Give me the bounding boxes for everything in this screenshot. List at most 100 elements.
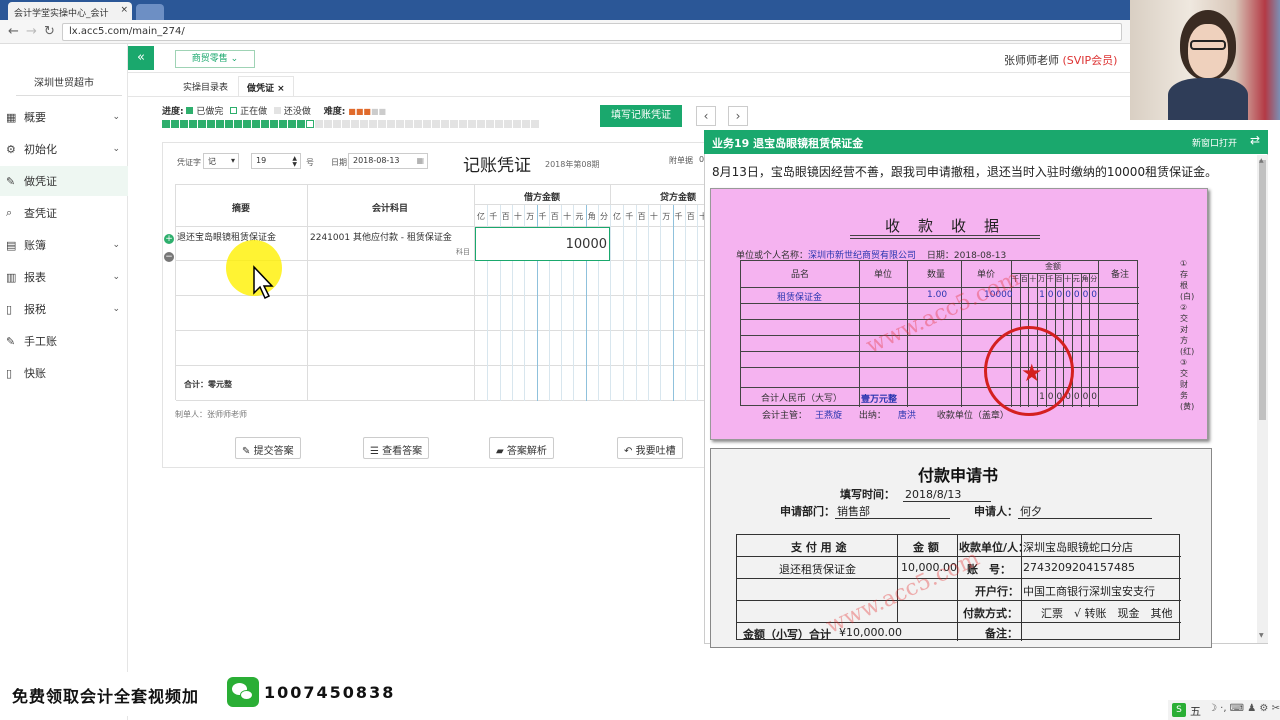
progress-cell[interactable]	[279, 120, 287, 128]
forward-icon[interactable]: →	[26, 24, 37, 39]
sidebar-item[interactable]: ✎ 手工账	[0, 326, 128, 356]
progress-cell[interactable]	[486, 120, 494, 128]
progress-cell[interactable]	[261, 120, 269, 128]
progress-cell[interactable]	[351, 120, 359, 128]
amount-digit: 1	[1039, 290, 1045, 300]
grid-line	[741, 287, 1139, 288]
progress-cell[interactable]	[369, 120, 377, 128]
progress-cell[interactable]	[423, 120, 431, 128]
progress-cell[interactable]	[468, 120, 476, 128]
difficulty-star-icon: ■	[370, 107, 379, 116]
ime-mode[interactable]: 五	[1190, 703, 1201, 719]
reload-icon[interactable]: ↻	[44, 24, 55, 39]
word-select[interactable]: 记 ▾	[203, 153, 239, 169]
sidebar-item[interactable]: ▤ 账簿 ⌄	[0, 230, 128, 260]
ime-icon[interactable]: S	[1172, 703, 1186, 717]
progress-cell[interactable]	[342, 120, 350, 128]
voucher-number-input[interactable]: 19 ▲ ▼	[251, 153, 301, 169]
progress-cell[interactable]	[252, 120, 260, 128]
total-words: 壹万元整	[861, 395, 898, 405]
progress-cell[interactable]	[180, 120, 188, 128]
progress-cell[interactable]	[306, 120, 314, 128]
progress-cell[interactable]	[171, 120, 179, 128]
swap-icon[interactable]: ⇄	[1250, 133, 1260, 147]
url-input[interactable]: lx.acc5.com/main_274/	[62, 23, 1122, 41]
scroll-up-icon[interactable]: ▲	[1259, 157, 1264, 164]
progress-cell[interactable]	[360, 120, 368, 128]
sidebar-item[interactable]: ✎ 做凭证	[0, 166, 128, 196]
sidebar-item-label: 做凭证	[24, 175, 57, 188]
calendar-icon[interactable]: ▦	[416, 156, 424, 165]
progress-cell[interactable]	[387, 120, 395, 128]
progress-cell[interactable]	[189, 120, 197, 128]
prev-button[interactable]: ‹	[696, 106, 716, 126]
next-button[interactable]: ›	[728, 106, 748, 126]
sidebar-item[interactable]: ⌕ 查凭证	[0, 198, 128, 228]
row-account[interactable]: 2241001 其他应付款 - 租赁保证金	[310, 230, 452, 243]
progress-cell[interactable]	[504, 120, 512, 128]
progress-cell[interactable]	[216, 120, 224, 128]
add-row-icon[interactable]: +	[164, 234, 174, 244]
user-name[interactable]: 张师师老师 (SVIP会员)	[1004, 52, 1117, 68]
scroll-down-icon[interactable]: ▼	[1259, 632, 1264, 639]
sidebar-item[interactable]: ▯ 快账	[0, 358, 128, 388]
voucher-title: 记账凭证	[463, 156, 531, 176]
fill-voucher-button[interactable]: 填写记账凭证	[600, 105, 682, 127]
presenter-body	[1168, 78, 1248, 120]
fill-time-value: 2018/8/13	[903, 488, 992, 502]
sidebar-item[interactable]: ▥ 报表 ⌄	[0, 262, 128, 292]
progress-cell[interactable]	[324, 120, 332, 128]
progress-cell[interactable]	[288, 120, 296, 128]
date-value: 2018-08-13	[353, 156, 400, 165]
new-tab-button[interactable]	[136, 4, 164, 20]
progress-cell[interactable]	[243, 120, 251, 128]
progress-cell[interactable]	[477, 120, 485, 128]
progress-cell[interactable]	[225, 120, 233, 128]
progress-cell[interactable]	[495, 120, 503, 128]
progress-cell[interactable]	[162, 120, 170, 128]
sidebar-item[interactable]: ⚙ 初始化 ⌄	[0, 134, 128, 164]
progress-cell[interactable]	[234, 120, 242, 128]
stepper-icon[interactable]: ▲ ▼	[292, 156, 297, 168]
tab-practice-catalog[interactable]: 实操目录表	[175, 77, 236, 95]
progress-cell[interactable]	[207, 120, 215, 128]
progress-cell[interactable]	[531, 120, 539, 128]
complain-button[interactable]: ↶ 我要吐槽	[617, 437, 683, 459]
digit-label: 千	[1046, 275, 1054, 283]
tray-icons[interactable]: ☽ ·, ⌨ ♟ ⚙ ✂	[1208, 703, 1280, 714]
sidebar-item[interactable]: ▦ 概要 ⌄	[0, 102, 128, 132]
progress-cell[interactable]	[459, 120, 467, 128]
answer-analysis-button[interactable]: ▰ 答案解析	[489, 437, 554, 459]
browser-tab[interactable]: 会计学堂实操中心_会计 ×	[8, 2, 132, 20]
progress-cell[interactable]	[297, 120, 305, 128]
progress-cell[interactable]	[450, 120, 458, 128]
progress-cell[interactable]	[378, 120, 386, 128]
date-input[interactable]: 2018-08-13 ▦	[348, 153, 428, 169]
submit-answer-button[interactable]: ✎ 提交答案	[235, 437, 301, 459]
progress-cell[interactable]	[513, 120, 521, 128]
progress-cell[interactable]	[432, 120, 440, 128]
chevron-down-icon: ⌄	[112, 304, 120, 314]
progress-cell[interactable]	[198, 120, 206, 128]
progress-cell[interactable]	[396, 120, 404, 128]
industry-dropdown[interactable]: 商贸零售 ⌄	[175, 50, 255, 68]
attach-label: 附单据	[669, 156, 693, 165]
collapse-sidebar-button[interactable]: «	[128, 46, 154, 70]
sidebar-item[interactable]: ▯ 报税 ⌄	[0, 294, 128, 324]
tab-close-icon[interactable]: ×	[277, 84, 285, 94]
debit-amount-input[interactable]: 10000	[475, 227, 610, 261]
tab-make-voucher[interactable]: 做凭证 ×	[238, 76, 294, 96]
tab-close-icon[interactable]: ×	[120, 5, 128, 15]
progress-cell[interactable]	[441, 120, 449, 128]
progress-cell[interactable]	[414, 120, 422, 128]
progress-cell[interactable]	[333, 120, 341, 128]
back-icon[interactable]: ←	[8, 24, 19, 39]
progress-cell[interactable]	[270, 120, 278, 128]
view-answer-button[interactable]: ☰ 查看答案	[363, 437, 430, 459]
progress-cell[interactable]	[315, 120, 323, 128]
remove-row-icon[interactable]: −	[164, 252, 174, 262]
progress-cell[interactable]	[522, 120, 530, 128]
scrollbar-thumb[interactable]	[1259, 160, 1266, 420]
new-window-link[interactable]: 新窗口打开	[1192, 136, 1237, 149]
progress-cell[interactable]	[405, 120, 413, 128]
